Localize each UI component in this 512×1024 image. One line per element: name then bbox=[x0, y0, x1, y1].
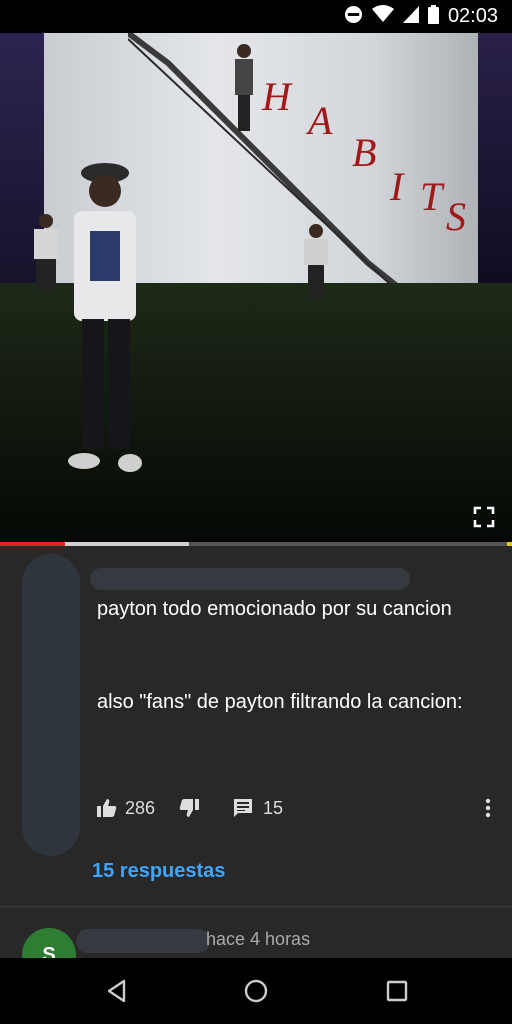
like-button[interactable] bbox=[97, 798, 117, 818]
wall-letter-t: T bbox=[420, 174, 443, 219]
back-button[interactable] bbox=[104, 978, 130, 1004]
signal-icon bbox=[402, 5, 419, 28]
wall-letter-i: I bbox=[390, 164, 404, 209]
view-replies-link[interactable]: 15 respuestas bbox=[92, 860, 225, 883]
next-comment: S hace 4 horas bbox=[0, 907, 512, 958]
fullscreen-button[interactable] bbox=[472, 505, 496, 529]
comment-icon bbox=[234, 799, 253, 817]
author-name-redacted[interactable] bbox=[90, 568, 410, 590]
wall-letter-s: S bbox=[446, 194, 466, 239]
comment-line-1: payton todo emocionado por su cancion bbox=[97, 598, 452, 620]
system-nav-bar bbox=[0, 958, 512, 1024]
video-person bbox=[68, 163, 142, 472]
reply-count: 15 bbox=[263, 797, 284, 818]
reply-button[interactable] bbox=[233, 798, 253, 818]
wall-letter-a: A bbox=[308, 98, 333, 143]
video-player[interactable]: H A B I T S bbox=[0, 33, 512, 542]
wall-letter-h: H bbox=[262, 74, 291, 119]
comment-card: payton todo emocionado por su cancion al… bbox=[0, 546, 512, 906]
next-comment-author-redacted[interactable] bbox=[76, 929, 210, 953]
next-comment-time: hace 4 horas bbox=[206, 929, 311, 949]
home-icon bbox=[244, 979, 268, 1003]
status-icons: 02:03 bbox=[344, 0, 498, 33]
more-vert-icon bbox=[485, 798, 491, 818]
do-not-disturb-icon bbox=[344, 5, 363, 29]
fullscreen-icon bbox=[473, 506, 495, 528]
comment-actions: 286 15 bbox=[97, 796, 283, 820]
video-person-background-left bbox=[34, 214, 58, 291]
battery-icon bbox=[427, 4, 439, 29]
video-person-stairs bbox=[235, 44, 253, 131]
next-comment-avatar[interactable]: S bbox=[22, 928, 76, 958]
recents-icon bbox=[386, 980, 408, 1002]
comment-text: payton todo emocionado por su cancion al… bbox=[97, 594, 477, 718]
video-person-background-right bbox=[304, 224, 328, 299]
home-button[interactable] bbox=[243, 978, 269, 1004]
thumb-down-icon bbox=[179, 799, 200, 817]
recents-button[interactable] bbox=[384, 978, 410, 1004]
status-bar: 02:03 bbox=[0, 0, 512, 33]
avatar[interactable] bbox=[22, 554, 80, 856]
dislike-button[interactable] bbox=[179, 798, 200, 818]
back-icon bbox=[107, 979, 126, 1003]
like-count: 286 bbox=[125, 797, 156, 818]
wifi-icon bbox=[371, 5, 394, 28]
comment-more-button[interactable] bbox=[480, 796, 496, 820]
thumb-up-icon bbox=[97, 799, 117, 817]
comment-line-2: also "fans" de payton filtrando la canci… bbox=[97, 691, 463, 713]
status-time: 02:03 bbox=[447, 5, 498, 27]
wall-letter-b: B bbox=[352, 130, 377, 175]
